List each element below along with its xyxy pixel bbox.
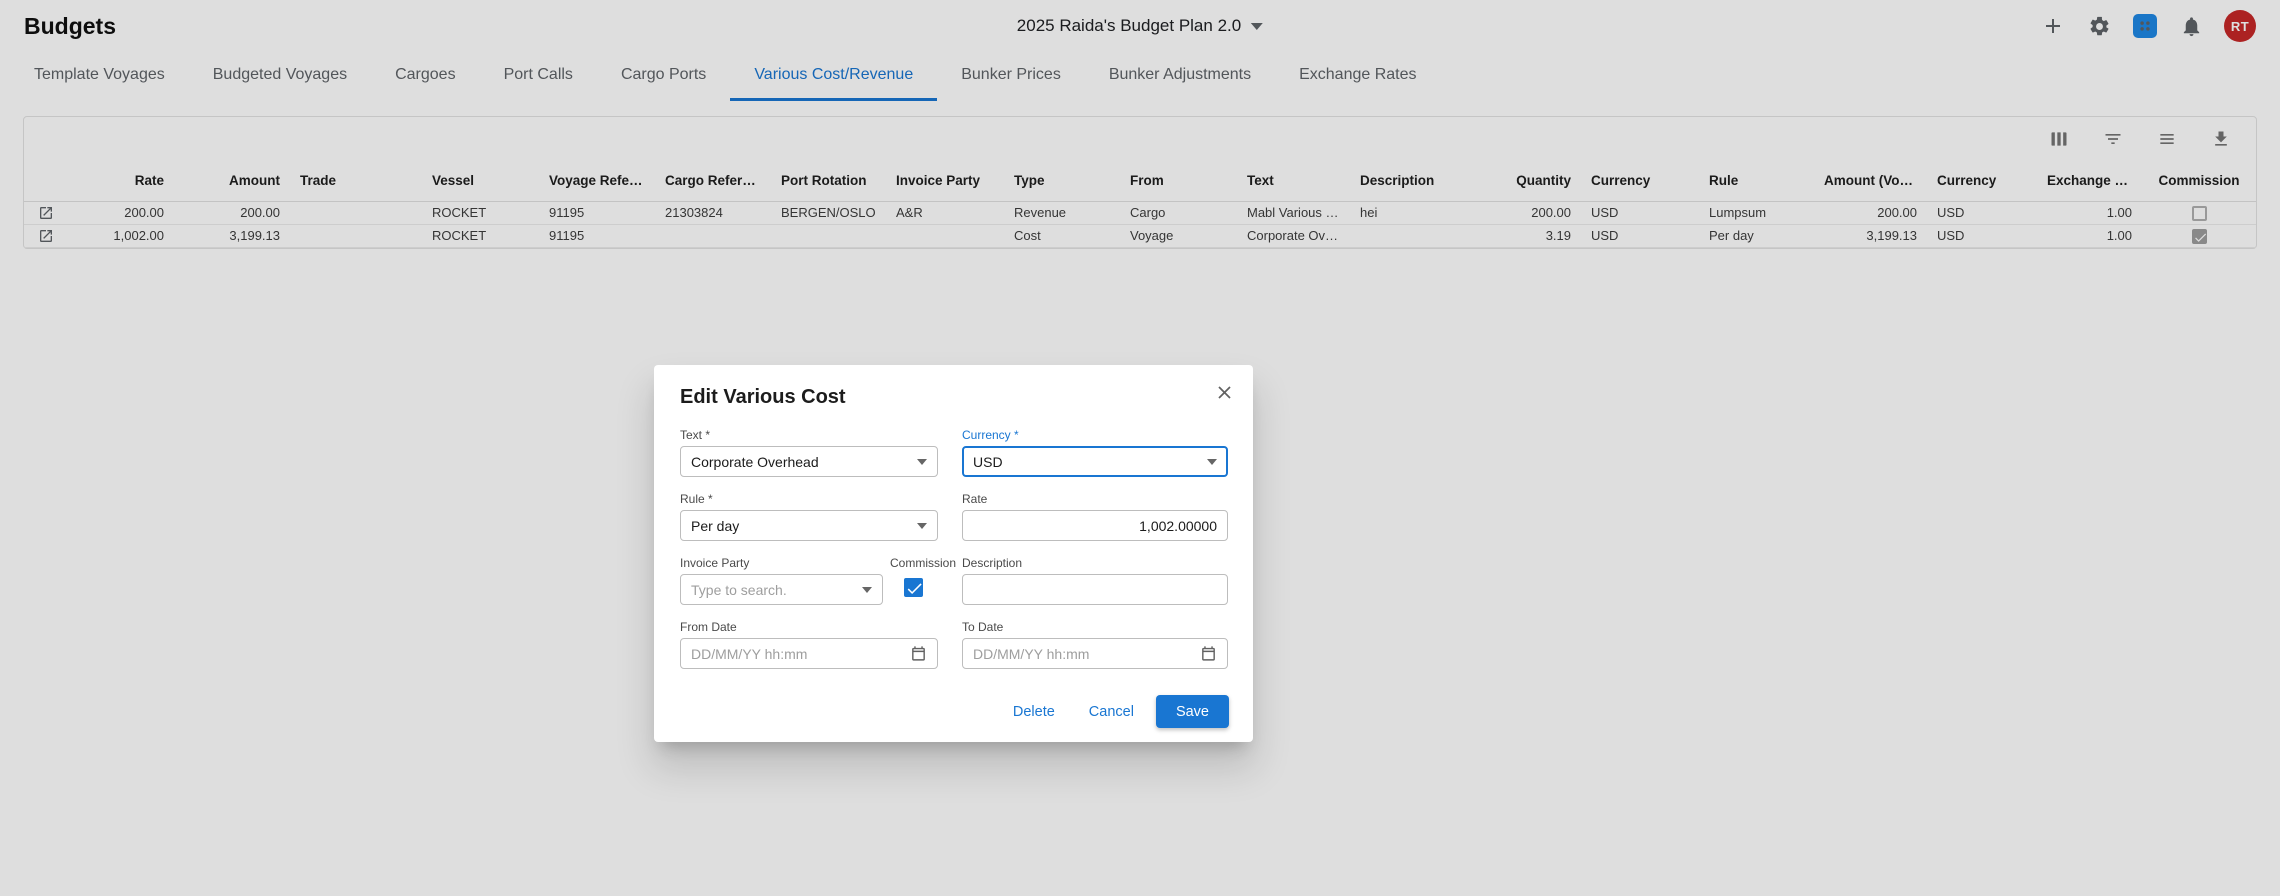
cancel-button[interactable]: Cancel — [1077, 695, 1146, 728]
text-select[interactable]: Corporate Overhead — [680, 446, 938, 477]
rate-field-label: Rate — [962, 492, 1228, 506]
from-date-input[interactable] — [680, 638, 938, 669]
commission-checkbox[interactable] — [904, 578, 923, 597]
description-input[interactable] — [962, 574, 1228, 605]
from-date-field-label: From Date — [680, 620, 938, 634]
field-text: Text * Corporate Overhead — [680, 428, 938, 477]
currency-select[interactable]: USD — [962, 446, 1228, 477]
dropdown-arrow-icon — [1207, 459, 1217, 465]
dialog-title: Edit Various Cost — [680, 386, 1229, 409]
rule-select-value: Per day — [691, 518, 739, 534]
field-invoice-party-commission: Invoice Party Type to search. Commission — [680, 556, 938, 605]
dropdown-arrow-icon — [862, 587, 872, 593]
field-invoice-party: Invoice Party Type to search. — [680, 556, 883, 605]
description-field-label: Description — [962, 556, 1228, 570]
invoice-party-field-label: Invoice Party — [680, 556, 883, 570]
text-select-value: Corporate Overhead — [691, 454, 819, 470]
field-from-date: From Date — [680, 620, 938, 669]
to-date-text-input[interactable] — [973, 646, 1194, 662]
dropdown-arrow-icon — [917, 523, 927, 529]
rule-select[interactable]: Per day — [680, 510, 938, 541]
from-date-text-input[interactable] — [691, 646, 904, 662]
field-to-date: To Date — [962, 620, 1228, 669]
dialog-actions: Delete Cancel Save — [680, 695, 1229, 728]
commission-field-label: Commission — [890, 556, 956, 570]
save-button[interactable]: Save — [1156, 695, 1229, 728]
currency-field-label: Currency * — [962, 428, 1228, 442]
invoice-party-placeholder: Type to search. — [691, 582, 787, 598]
dialog-form: Text * Corporate Overhead Currency * USD… — [680, 428, 1229, 669]
edit-various-cost-dialog: Edit Various Cost Text * Corporate Overh… — [654, 365, 1253, 742]
calendar-icon[interactable] — [1200, 645, 1217, 662]
currency-select-value: USD — [973, 454, 1003, 470]
delete-button[interactable]: Delete — [1001, 695, 1067, 728]
invoice-party-select[interactable]: Type to search. — [680, 574, 883, 605]
field-currency: Currency * USD — [962, 428, 1228, 477]
rule-field-label: Rule * — [680, 492, 938, 506]
close-icon[interactable] — [1211, 381, 1237, 407]
to-date-field-label: To Date — [962, 620, 1228, 634]
rate-input[interactable] — [962, 510, 1228, 541]
field-rate: Rate — [962, 492, 1228, 541]
calendar-icon[interactable] — [910, 645, 927, 662]
dropdown-arrow-icon — [917, 459, 927, 465]
field-description: Description — [962, 556, 1228, 605]
field-commission: Commission — [890, 556, 956, 605]
field-rule: Rule * Per day — [680, 492, 938, 541]
text-field-label: Text * — [680, 428, 938, 442]
to-date-input[interactable] — [962, 638, 1228, 669]
